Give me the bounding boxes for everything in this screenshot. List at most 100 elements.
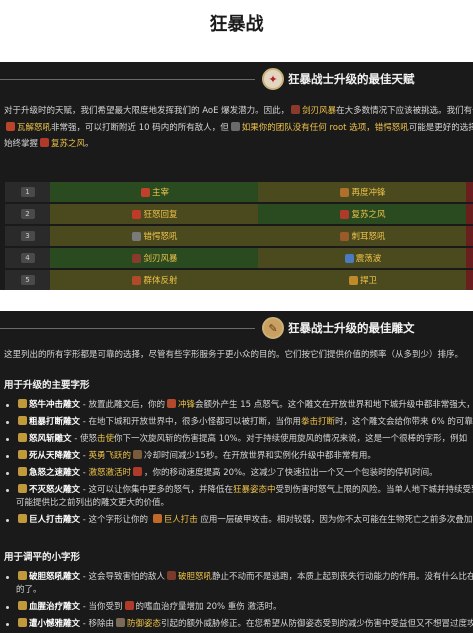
list-item-continuation: 的了。	[16, 585, 42, 595]
glyph-icon: ✎	[262, 317, 284, 339]
tier-number: 1	[20, 187, 35, 197]
charge-icon	[167, 399, 176, 408]
header-divider-left	[0, 328, 255, 329]
second-wind-icon	[340, 209, 350, 219]
disrupting-shout-icon	[6, 122, 15, 131]
shout-icon	[230, 122, 240, 131]
glyphs-title: 狂暴战士升级的最佳雕文	[288, 321, 415, 335]
talent-bladestorm[interactable]: 剑刃风暴	[143, 252, 177, 264]
talent-shockwave[interactable]: 震荡波	[356, 252, 382, 264]
heroic-leap-link[interactable]: 英勇飞跃的	[89, 451, 132, 461]
enrage-icon	[133, 467, 143, 476]
table-edge-cell	[466, 248, 473, 268]
list-item: 破胆怒吼雕文 - 这会导致害怕的敌人 破胆怒吼静止不动而不是逃跑，本质上起到丧失行…	[6, 571, 473, 584]
list-item: 巨人打击雕文 - 这个字形让你的 巨人打击 应用一层破甲攻击。相对较弱，因为你不…	[6, 514, 473, 527]
talents-header: ✦ 狂暴战士升级的最佳天赋	[0, 62, 473, 96]
glyph-item-icon	[18, 467, 27, 476]
table-edge-cell	[466, 204, 473, 224]
bladestorm-icon	[132, 253, 142, 263]
second-wind-icon	[40, 138, 50, 147]
talent-piercing-howl[interactable]: 刺耳怒吼	[351, 230, 385, 242]
intimidating-shout-icon	[167, 571, 176, 580]
piercing-howl-icon	[340, 231, 350, 241]
glyph-item-icon	[18, 571, 27, 580]
glyph-item-icon	[18, 601, 27, 610]
safeguard-icon	[348, 275, 358, 285]
talent-safeguard[interactable]: 捍卫	[360, 274, 377, 286]
talent-row: 2 狂怒回复 复苏之风	[5, 204, 473, 224]
bloodthirst-link[interactable]: 击使	[97, 434, 114, 444]
tier-number: 2	[20, 209, 35, 219]
talent-mass-spell-reflection[interactable]: 群体反射	[143, 274, 177, 286]
talent-second-wind[interactable]: 复苏之风	[351, 208, 385, 220]
tier-number: 5	[20, 275, 35, 285]
talents-title: 狂暴战士升级的最佳天赋	[288, 72, 415, 86]
enrage-link[interactable]: 激怒激活时	[89, 468, 132, 478]
staggering-shout-link[interactable]: 如果你的团队没有任何 root 选项，错愕怒吼	[242, 123, 409, 133]
list-item: 血腥治疗雕文 - 当你受到 的嗜血治疗量增加 20% 重伤 激活时。	[6, 601, 473, 614]
tier-number: 4	[20, 253, 35, 263]
talent-juggernaut[interactable]: 主宰	[152, 186, 169, 198]
table-edge-cell	[466, 270, 473, 290]
talent-row: 4 剑刃风暴 震荡波	[5, 248, 473, 268]
minor-glyph-list: 破胆怒吼雕文 - 这会导致害怕的敌人 破胆怒吼静止不动而不是逃跑，本质上起到丧失行…	[6, 571, 473, 633]
glyphs-panel: ✎ 狂暴战士升级的最佳雕文 这里列出的所有字形都是可靠的选择，尽管有些字形服务于…	[0, 311, 473, 633]
list-item: 遭小憾雅雕文 - 移除由 防御姿态引起的额外威胁修正。在您希望从防御姿态受到的减少…	[6, 618, 473, 631]
talents-intro-line-3: 始终掌握 复苏之风。	[4, 138, 94, 149]
talent-row: 1 主宰 再度冲锋	[5, 182, 473, 202]
glyph-item-icon	[18, 399, 27, 408]
talent-icon: ✦	[262, 68, 284, 90]
glyphs-header: ✎ 狂暴战士升级的最佳雕文	[0, 311, 473, 345]
talent-row: 3 错愕怒吼 刺耳怒吼	[5, 226, 473, 246]
colossus-smash-icon	[152, 514, 162, 523]
bladestorm-link[interactable]: 剑刃风暴	[302, 106, 336, 116]
list-item: 怒风斩雕文 - 使怒击使你下一次旋风斩的伤害提高 10%。对于持续使用旋风的情况…	[6, 433, 473, 446]
talent-row: 5 群体反射 捍卫	[5, 270, 473, 290]
colossus-smash-link[interactable]: 巨人打击	[164, 515, 198, 525]
page-title: 狂暴战	[209, 14, 264, 35]
defensive-stance-link[interactable]: 防御姿态	[127, 619, 161, 629]
list-item: 怒牛冲击雕文 - 放置此雕文后，你的 冲锋会额外产生 15 点怒气。这个雕文在开放…	[6, 399, 473, 412]
heroic-leap-icon	[133, 450, 143, 459]
talent-double-time[interactable]: 再度冲锋	[351, 186, 385, 198]
list-item: 死从天降雕文 - 英勇飞跃的 冷却时间减少15秒。在开放世界和实例化升级中都非常有…	[6, 450, 473, 463]
talent-enraged-regeneration[interactable]: 狂怒回复	[143, 208, 177, 220]
juggernaut-icon	[140, 187, 150, 197]
glyph-item-icon	[18, 416, 27, 425]
second-wind-link[interactable]: 复苏之风	[51, 139, 85, 149]
talents-intro-line-2: 瓦解怒吼非常强，可以打断附近 10 码内的所有敌人，但 如果你的团队没有任何 ro…	[4, 121, 473, 136]
intimidating-shout-link[interactable]: 破胆怒吼	[178, 572, 212, 582]
glyph-item-icon	[18, 514, 27, 523]
list-item: 急怒之速雕文 - 激怒激活时 ，你的移动速度提高 20%。这减少了快速拉出一个又一…	[6, 467, 473, 480]
talents-intro-line-1: 对于升级时的天赋，我们希望最大限度地发挥我们的 AoE 爆发潜力。因此， 剑刃风暴…	[4, 105, 473, 116]
header-divider-left	[0, 79, 255, 80]
bloodthirst-icon	[124, 601, 134, 610]
staggering-shout-icon	[132, 231, 142, 241]
bladestorm-icon	[291, 105, 301, 114]
shockwave-icon	[344, 253, 354, 263]
major-glyphs-title: 用于升级的主要字形	[4, 380, 90, 391]
double-time-icon	[340, 187, 350, 197]
list-item-continuation: 可能提供比之前列出的雕文更大的价值。	[16, 498, 170, 508]
list-item: 不灭怒火雕文 - 这可以让你集中更多的怒气，并降低在狂暴姿态中受到伤害时怒气上限…	[6, 484, 473, 497]
glyph-item-icon	[18, 618, 27, 627]
glyph-item-icon	[18, 484, 27, 493]
mass-spell-reflection-icon	[132, 275, 142, 285]
talent-table: 1 主宰 再度冲锋 2 狂怒回复 复苏之风 3 错愕怒吼 刺耳怒吼 4 剑刃风暴…	[5, 182, 473, 290]
glyph-item-icon	[18, 450, 27, 459]
list-item: 粗暴打断雕文 - 在地下城和开放世界中，很多小怪都可以被打断，当你用拳击打断时，…	[6, 416, 473, 429]
berserker-stance-link[interactable]: 狂暴姿态中	[233, 485, 276, 495]
table-edge-cell	[466, 182, 473, 202]
talent-staggering-shout[interactable]: 错愕怒吼	[143, 230, 177, 242]
enraged-regeneration-icon	[132, 209, 142, 219]
disrupting-shout-link[interactable]: 瓦解怒吼	[17, 123, 51, 133]
glyphs-intro: 这里列出的所有字形都是可靠的选择，尽管有些字形服务于更小众的目的。它们按它们提供…	[4, 350, 464, 360]
table-edge-cell	[466, 226, 473, 246]
minor-glyphs-title: 用于调平的小字形	[4, 552, 81, 563]
talents-panel: ✦ 狂暴战士升级的最佳天赋 对于升级时的天赋，我们希望最大限度地发挥我们的 Ao…	[0, 62, 473, 290]
pummel-link[interactable]: 拳击打断	[301, 417, 335, 427]
tier-number: 3	[20, 231, 35, 241]
charge-link[interactable]: 冲锋	[178, 400, 195, 410]
major-glyph-list: 怒牛冲击雕文 - 放置此雕文后，你的 冲锋会额外产生 15 点怒气。这个雕文在开放…	[6, 399, 473, 531]
defensive-stance-icon	[116, 618, 125, 627]
